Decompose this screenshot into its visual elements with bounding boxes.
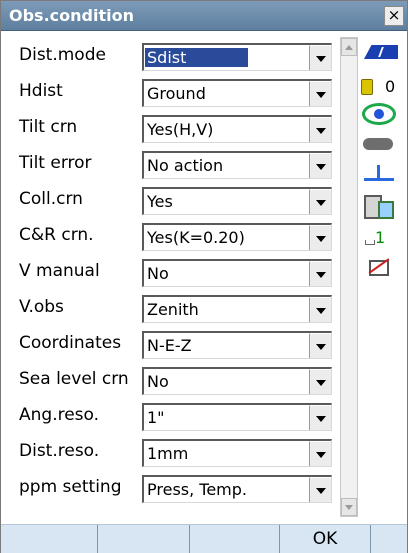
battery-icon[interactable] — [364, 45, 398, 59]
v-obs-value: Zenith — [147, 300, 199, 319]
ok-button[interactable]: OK — [280, 525, 371, 553]
row-sea-level-crn: Sea level crn No — [1, 365, 341, 397]
c-r-crn-value: Yes(K=0.20) — [147, 228, 245, 247]
ang-reso-label: Ang.reso. — [19, 405, 100, 425]
row-ang-reso: Ang.reso. 1" — [1, 401, 341, 433]
row-tilt-error: Tilt error No action — [1, 149, 341, 181]
v-obs-select[interactable]: Zenith — [142, 295, 332, 323]
coll-crn-label: Coll.crn — [19, 189, 83, 209]
target-icon[interactable] — [362, 103, 396, 125]
tilt-error-select[interactable]: No action — [142, 151, 332, 179]
hdist-label: Hdist — [19, 81, 63, 101]
chevron-down-icon[interactable] — [309, 369, 331, 394]
chevron-down-icon[interactable] — [309, 117, 331, 142]
softkey-3[interactable] — [190, 525, 280, 553]
ppm-setting-label: ppm setting — [19, 477, 122, 497]
ang-reso-select[interactable]: 1" — [142, 403, 332, 431]
row-coll-crn: Coll.crn Yes — [1, 185, 341, 217]
row-c-r-crn: C&R crn. Yes(K=0.20) — [1, 221, 341, 253]
softkey-5[interactable] — [371, 525, 407, 553]
tilt-crn-value: Yes(H,V) — [147, 120, 214, 139]
tilt-error-label: Tilt error — [19, 153, 92, 173]
softkey-1[interactable] — [1, 525, 98, 553]
v-manual-value: No — [147, 264, 169, 283]
row-hdist: Hdist Ground — [1, 77, 341, 109]
ppm-setting-select[interactable]: Press, Temp. — [142, 475, 332, 503]
chevron-down-icon[interactable] — [309, 45, 331, 70]
c-r-crn-label: C&R crn. — [19, 225, 94, 245]
coordinates-label: Coordinates — [19, 333, 122, 353]
tilt-crn-select[interactable]: Yes(H,V) — [142, 115, 332, 143]
dist-reso-value: 1mm — [147, 444, 189, 463]
row-dist-mode: Dist.mode Sdist — [1, 41, 341, 73]
chevron-down-icon[interactable] — [309, 225, 331, 250]
chevron-down-icon[interactable] — [309, 81, 331, 106]
scroll-up-button[interactable] — [341, 38, 357, 56]
row-ppm-setting: ppm setting Press, Temp. — [1, 473, 341, 505]
obs-condition-window: Obs.condition × Dist.mode Sdist Hdist Gr… — [0, 0, 408, 553]
close-button[interactable]: × — [384, 6, 404, 26]
sea-level-crn-label: Sea level crn — [19, 369, 129, 389]
sea-level-crn-value: No — [147, 372, 169, 391]
dist-mode-select[interactable]: Sdist — [142, 43, 332, 71]
row-dist-reso: Dist.reso. 1mm — [1, 437, 341, 469]
dist-mode-value: Sdist — [145, 48, 249, 67]
chevron-down-icon[interactable] — [309, 297, 331, 322]
sea-level-crn-select[interactable]: No — [142, 367, 332, 395]
prism-icon[interactable] — [361, 79, 373, 95]
chevron-down-icon[interactable] — [309, 189, 331, 214]
prism-constant-value: 0 — [385, 77, 396, 96]
tilt-error-value: No action — [147, 156, 224, 175]
v-obs-label: V.obs — [19, 297, 64, 317]
coll-crn-select[interactable]: Yes — [142, 187, 332, 215]
scroll-down-button[interactable] — [341, 498, 357, 516]
row-tilt-crn: Tilt crn Yes(H,V) — [1, 113, 341, 145]
chevron-down-icon[interactable] — [309, 333, 331, 358]
coll-crn-value: Yes — [147, 192, 173, 211]
tilt-crn-label: Tilt crn — [19, 117, 78, 137]
dist-reso-select[interactable]: 1mm — [142, 439, 332, 467]
tilt-icon[interactable] — [364, 163, 396, 181]
v-manual-select[interactable]: No — [142, 259, 332, 287]
dist-reso-label: Dist.reso. — [19, 441, 100, 461]
row-coordinates: Coordinates N-E-Z — [1, 329, 341, 361]
chevron-down-icon[interactable] — [309, 261, 331, 286]
coordinates-select[interactable]: N-E-Z — [142, 331, 332, 359]
ang-reso-value: 1" — [147, 408, 165, 427]
c-r-crn-select[interactable]: Yes(K=0.20) — [142, 223, 332, 251]
laser-pointer-icon[interactable] — [363, 138, 393, 150]
softkey-2[interactable] — [98, 525, 190, 553]
hdist-select[interactable]: Ground — [142, 79, 332, 107]
row-v-obs: V.obs Zenith — [1, 293, 341, 325]
row-v-manual: V manual No — [1, 257, 341, 289]
chevron-down-icon[interactable] — [309, 153, 331, 178]
memory-icon[interactable] — [367, 257, 389, 276]
dist-mode-label: Dist.mode — [19, 45, 106, 65]
input-mode-icon[interactable]: 1 — [364, 228, 385, 247]
softkey-bar: OK — [1, 524, 407, 553]
hdist-value: Ground — [147, 84, 206, 103]
v-manual-label: V manual — [19, 261, 100, 281]
chevron-down-icon[interactable] — [309, 477, 331, 502]
title-bar: Obs.condition × — [1, 1, 407, 31]
communication-icon[interactable] — [364, 195, 394, 219]
vertical-scrollbar[interactable] — [340, 37, 358, 517]
window-title: Obs.condition — [9, 6, 134, 25]
chevron-down-icon[interactable] — [309, 405, 331, 430]
coordinates-value: N-E-Z — [147, 336, 192, 355]
ppm-setting-value: Press, Temp. — [147, 480, 248, 499]
chevron-down-icon[interactable] — [309, 441, 331, 466]
